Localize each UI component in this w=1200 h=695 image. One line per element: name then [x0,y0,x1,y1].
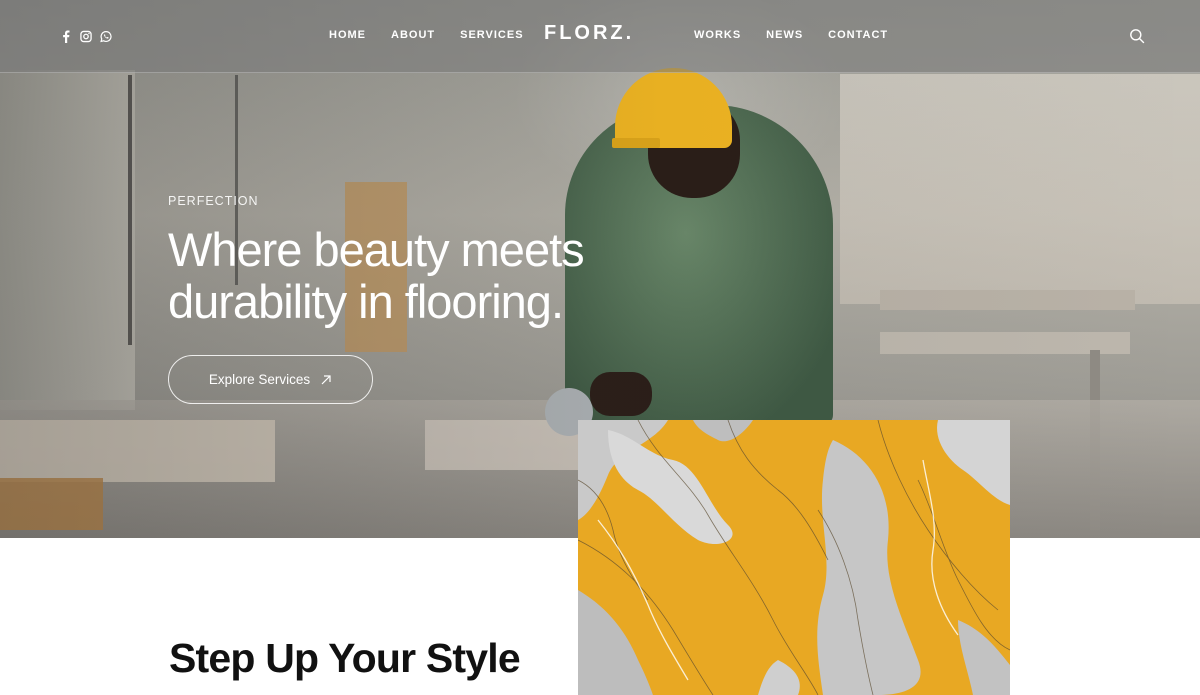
arrow-up-right-icon [320,374,332,386]
marble-texture-image [578,420,1010,695]
nav-contact[interactable]: CONTACT [828,29,888,41]
cta-label: Explore Services [208,372,311,387]
hero-headline: Where beauty meets durability in floorin… [168,224,628,328]
facebook-icon[interactable] [60,29,72,43]
primary-nav-right: WORKS NEWS CONTACT [694,29,888,41]
social-links [60,29,112,43]
site-logo[interactable]: FLORZ. [544,22,634,45]
nav-services[interactable]: SERVICES [460,29,523,41]
search-icon[interactable] [1129,28,1145,44]
nav-about[interactable]: ABOUT [391,29,435,41]
section-title: Step Up Your Style [169,635,521,681]
whatsapp-icon[interactable] [100,29,112,43]
explore-services-button[interactable]: Explore Services [168,355,373,404]
hero-eyebrow: PERFECTION [168,194,259,208]
nav-news[interactable]: NEWS [766,29,803,41]
site-header: HOME ABOUT SERVICES FLORZ. WORKS NEWS CO… [0,0,1200,73]
primary-nav-left: HOME ABOUT SERVICES [329,29,524,41]
nav-home[interactable]: HOME [329,29,366,41]
instagram-icon[interactable] [80,29,92,43]
hero-headline-line2: durability in flooring. [168,275,564,328]
hero-headline-line1: Where beauty meets [168,223,585,276]
nav-works[interactable]: WORKS [694,29,741,41]
